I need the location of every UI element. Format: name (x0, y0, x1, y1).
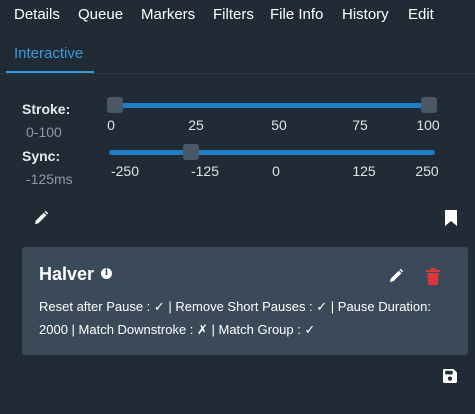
tab-edit[interactable]: Edit (408, 6, 434, 23)
sync-slider-thumb[interactable] (182, 144, 199, 160)
trash-icon[interactable] (426, 268, 440, 285)
tab-divider (0, 73, 475, 74)
sync-tick-label: -250 (110, 163, 140, 179)
tab-interactive[interactable]: Interactive (6, 36, 94, 73)
tab-history[interactable]: History (342, 6, 389, 23)
sync-tick-label: 250 (415, 163, 439, 179)
tab-bar: Details Queue Markers Filters File Info … (0, 0, 475, 30)
stroke-tick-label: 25 (188, 117, 204, 133)
filter-card: Halver i Reset after Pause : ✓ | Remove … (22, 247, 468, 355)
tab-filters[interactable]: Filters (213, 6, 254, 23)
sync-value-text: -125ms (26, 171, 73, 187)
info-icon[interactable]: i (101, 268, 112, 279)
filter-description: Reset after Pause : ✓ | Remove Short Pau… (39, 299, 431, 337)
pencil-icon[interactable] (33, 210, 49, 226)
stroke-value-text: 0-100 (26, 124, 62, 140)
sync-tick-label: 125 (352, 163, 376, 179)
bookmark-icon[interactable] (445, 210, 457, 226)
save-icon[interactable] (443, 369, 457, 383)
stroke-tick-label: 100 (416, 117, 440, 133)
tab-markers[interactable]: Markers (141, 6, 195, 23)
stroke-tick-label: 75 (352, 117, 368, 133)
stroke-slider-thumb-high[interactable] (421, 97, 437, 113)
sync-tick-label: -125 (190, 163, 220, 179)
stroke-slider-thumb-low[interactable] (107, 97, 123, 113)
pencil-icon[interactable] (388, 268, 404, 284)
sync-label: Sync: (22, 148, 61, 164)
tab-queue[interactable]: Queue (78, 6, 123, 23)
stroke-tick-label: 0 (107, 117, 115, 133)
stroke-tick-label: 50 (271, 117, 287, 133)
filter-title: Halver (39, 264, 95, 284)
sync-tick-label: 0 (272, 163, 280, 179)
tab-file-info[interactable]: File Info (270, 6, 323, 23)
stroke-slider-track[interactable] (109, 103, 435, 108)
tab-details[interactable]: Details (14, 6, 60, 23)
sync-slider-track[interactable] (109, 150, 435, 155)
tab-interactive-label: Interactive (14, 45, 84, 62)
stroke-label: Stroke: (22, 101, 71, 117)
